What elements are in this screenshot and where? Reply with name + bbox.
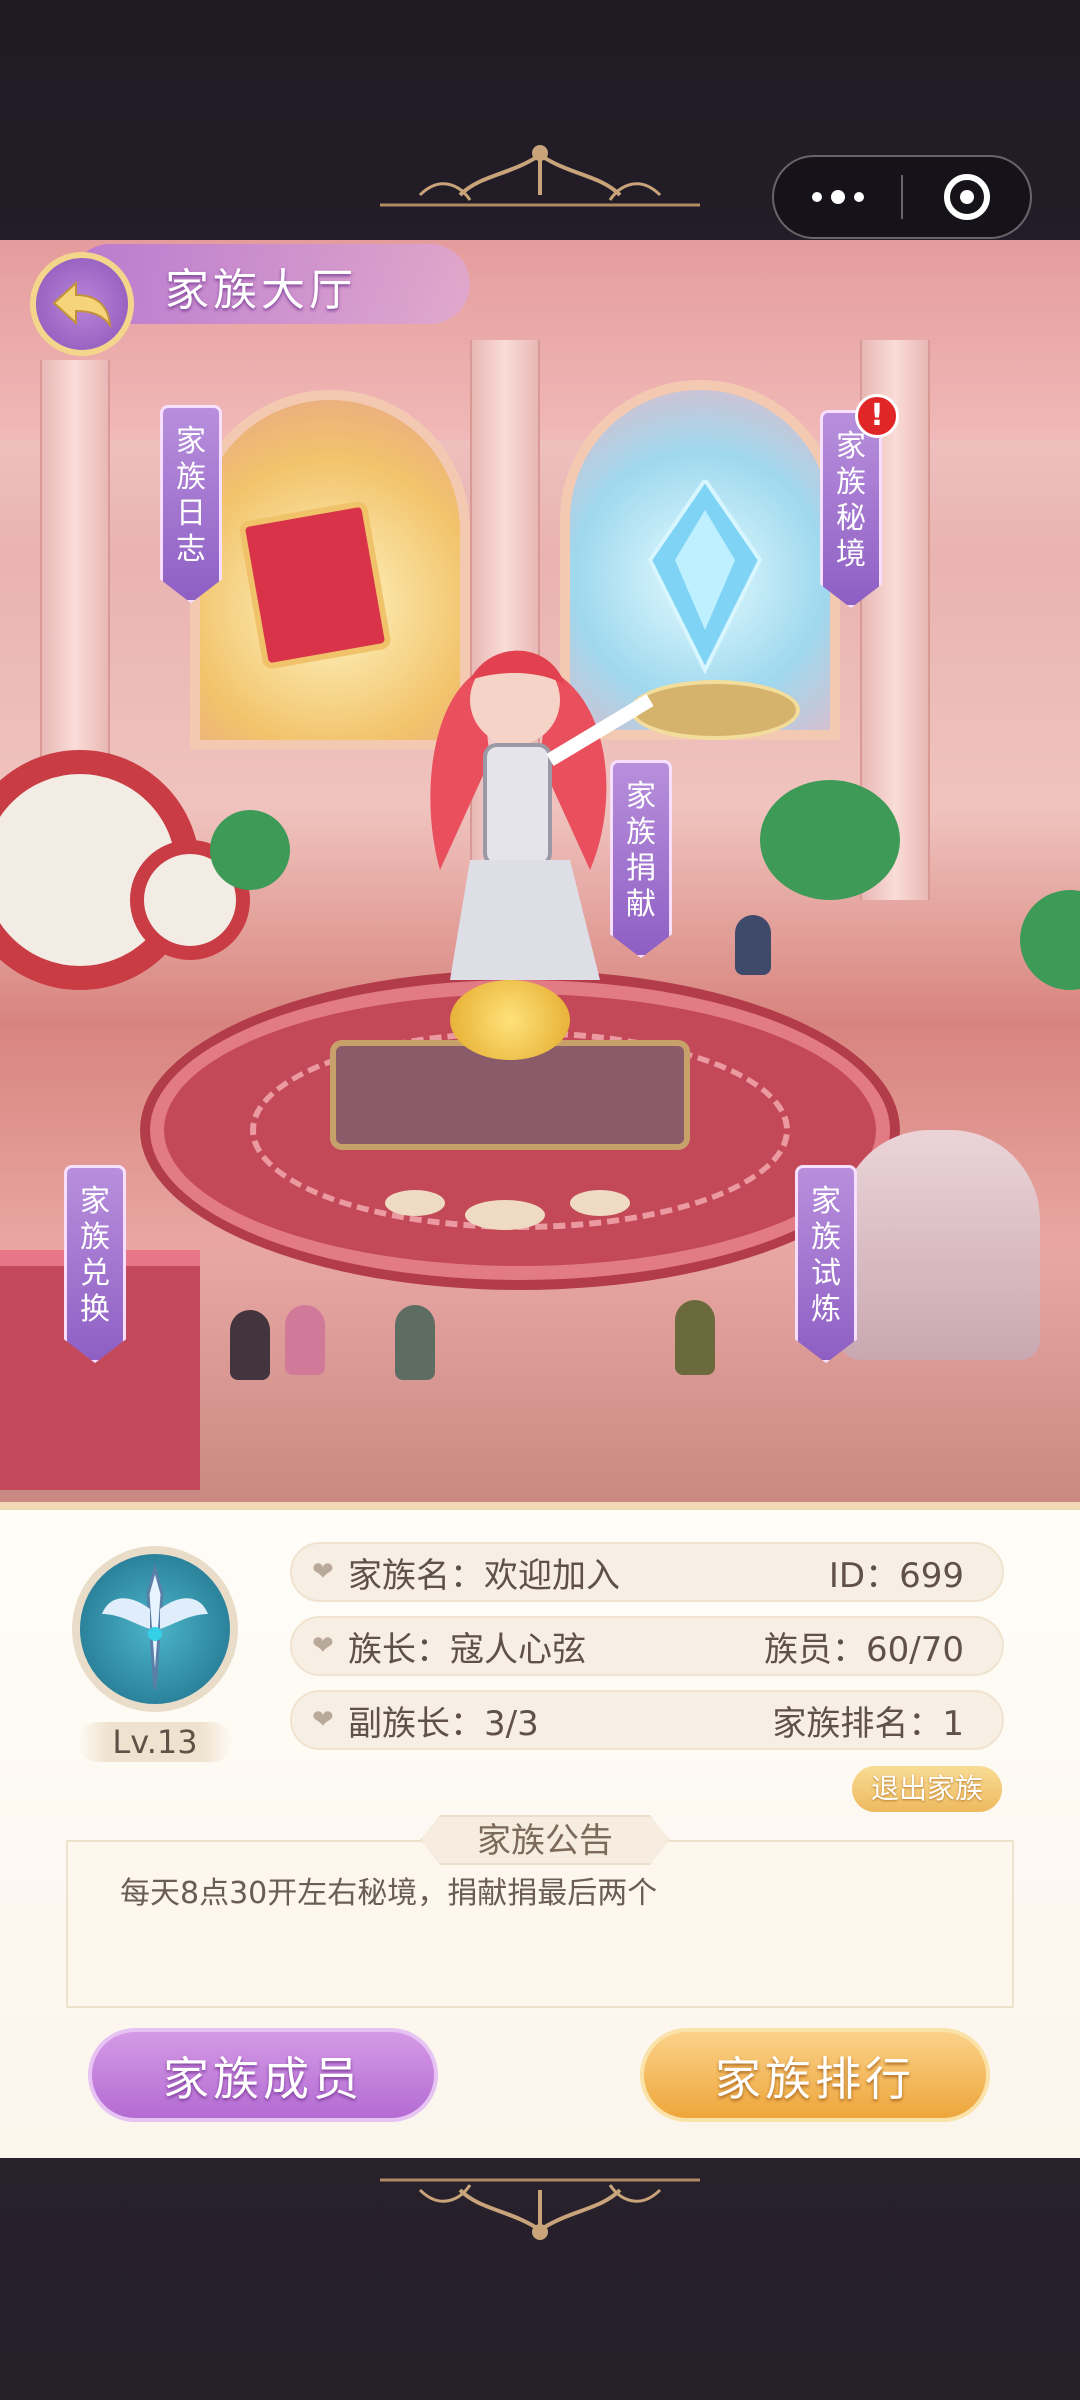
family-exchange-label: 家族兑换 (80, 1184, 110, 1327)
scene-header: 家族大厅 (0, 240, 470, 356)
potted-tree-left (210, 810, 290, 890)
family-id: ID：699 (828, 1555, 964, 1596)
npc-member[interactable] (675, 1300, 715, 1375)
family-log-book[interactable] (237, 499, 393, 671)
more-button[interactable] (774, 157, 901, 237)
back-arrow-icon (52, 280, 112, 329)
family-emblem (72, 1546, 238, 1712)
notice-title: 家族公告 (420, 1815, 670, 1865)
vice-leader-count: 副族长：3/3 (348, 1703, 539, 1744)
family-members-button[interactable]: 家族成员 (88, 2028, 438, 2122)
close-miniprogram-button[interactable] (903, 157, 1030, 237)
cushion (385, 1190, 445, 1216)
npc-member[interactable] (395, 1305, 435, 1380)
cushion (570, 1190, 630, 1216)
heart-icon: ❤ (312, 1557, 334, 1587)
family-rank: 家族排名：1 (772, 1703, 964, 1744)
family-leader: 族长：寇人心弦 (348, 1629, 586, 1670)
family-name: 家族名：欢迎加入 (348, 1555, 620, 1596)
member-count: 族员：60/70 (764, 1629, 964, 1670)
family-secret-banner[interactable]: 家族秘境 (820, 410, 882, 608)
quit-family-button[interactable]: 退出家族 (852, 1766, 1002, 1812)
secret-alert-badge: ! (855, 394, 899, 438)
info-row-name: ❤ 家族名：欢迎加入 ID：699 (290, 1542, 1004, 1602)
info-row-leader: ❤ 族长：寇人心弦 族员：60/70 (290, 1616, 1004, 1676)
game-screen: 家族大厅 家族日志 家族秘境 ! 家族捐献 家族兑换 家族试炼 Lv.13 ❤ … (0, 0, 1080, 2400)
npc-member[interactable] (230, 1310, 270, 1380)
family-ranking-button[interactable]: 家族排行 (640, 2028, 990, 2122)
family-donate-banner[interactable]: 家族捐献 (610, 760, 672, 958)
potted-tree-right (760, 780, 900, 900)
potted-tree-edge (1020, 890, 1080, 990)
gold-treasure (450, 980, 570, 1060)
info-row-vice: ❤ 副族长：3/3 家族排名：1 (290, 1690, 1004, 1750)
family-donate-label: 家族捐献 (626, 779, 656, 922)
notice-box (66, 1840, 1014, 2008)
family-log-label: 家族日志 (176, 424, 206, 567)
target-circle-icon (943, 174, 990, 220)
npc-member[interactable] (285, 1305, 325, 1375)
bottom-ornament (380, 2178, 700, 2240)
cushion (465, 1200, 545, 1230)
stone-lion-statue (840, 1130, 1040, 1360)
notice-text: 每天8点30开左右秘境，捐献捐最后两个 (120, 1876, 658, 1911)
family-trial-label: 家族试炼 (811, 1184, 841, 1327)
ellipsis-icon (811, 190, 864, 204)
family-exchange-banner[interactable]: 家族兑换 (64, 1165, 126, 1363)
winged-sword-icon (102, 1564, 208, 1690)
npc-member[interactable] (735, 915, 771, 975)
family-log-banner[interactable]: 家族日志 (160, 405, 222, 603)
family-level: Lv.13 (78, 1722, 232, 1762)
family-secret-label: 家族秘境 (836, 429, 866, 572)
heart-icon: ❤ (312, 1631, 334, 1661)
miniprogram-capsule (772, 155, 1032, 239)
family-info-panel: Lv.13 ❤ 家族名：欢迎加入 ID：699 ❤ 族长：寇人心弦 族员：60/… (0, 1502, 1080, 2158)
family-hall-scene: 家族大厅 家族日志 家族秘境 ! 家族捐献 家族兑换 家族试炼 (0, 240, 1080, 1502)
top-ornament (380, 145, 700, 207)
heart-icon: ❤ (312, 1705, 334, 1735)
page-title: 家族大厅 (165, 265, 357, 316)
family-trial-banner[interactable]: 家族试炼 (795, 1165, 857, 1363)
back-button[interactable] (30, 252, 134, 356)
